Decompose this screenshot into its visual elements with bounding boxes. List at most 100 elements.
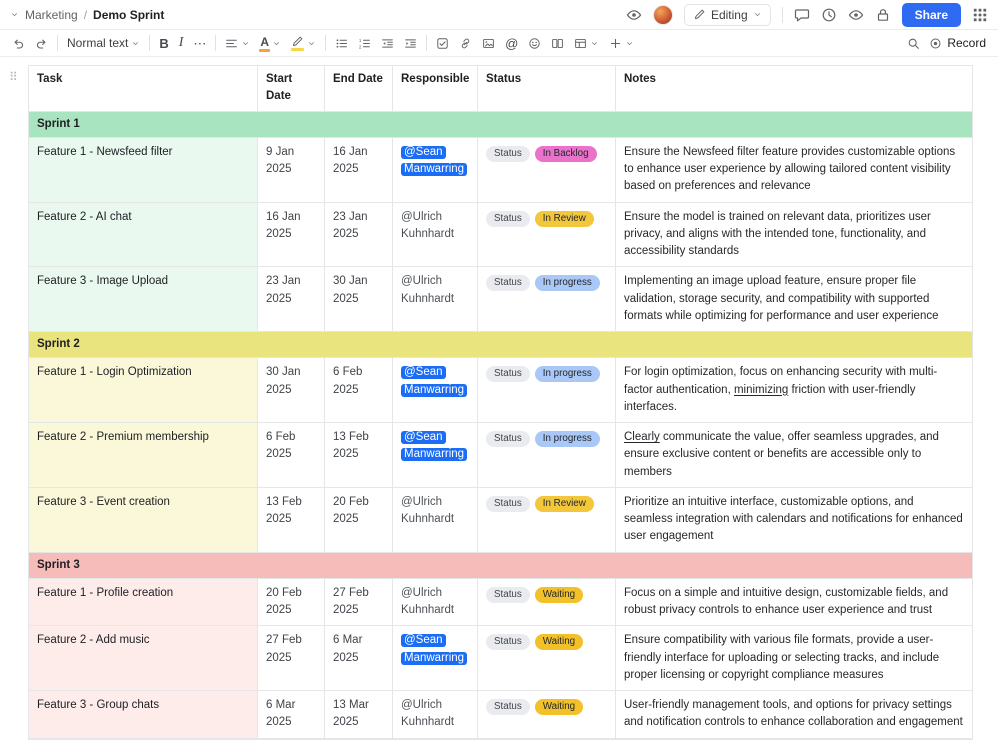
emoji-button[interactable] — [528, 37, 541, 50]
end-date-cell[interactable]: 27 Feb 2025 — [325, 578, 393, 627]
bullet-list-button[interactable] — [335, 37, 348, 50]
end-date-cell[interactable]: 13 Feb 2025 — [325, 423, 393, 488]
avatar[interactable] — [652, 4, 673, 25]
status-cell[interactable]: Status In progress — [478, 423, 616, 488]
history-icon[interactable] — [821, 7, 837, 23]
editing-mode-dropdown[interactable]: Editing — [683, 3, 771, 26]
notes-cell[interactable]: Focus on a simple and intuitive design, … — [616, 578, 972, 627]
responsible-cell[interactable]: @Sean Manwarring — [393, 423, 478, 488]
columns-button[interactable] — [551, 37, 564, 50]
italic-button[interactable]: I — [179, 36, 184, 50]
link-button[interactable] — [459, 37, 472, 50]
column-header[interactable]: Status — [478, 66, 616, 112]
notes-cell[interactable]: For login optimization, focus on enhanci… — [616, 358, 972, 423]
insert-dropdown[interactable] — [609, 37, 634, 50]
status-value-pill[interactable]: Waiting — [534, 699, 584, 716]
table-dropdown[interactable] — [574, 37, 599, 50]
end-date-cell[interactable]: 20 Feb 2025 — [325, 487, 393, 553]
preview-eye-icon[interactable] — [626, 7, 642, 23]
responsible-cell[interactable]: @Ulrich Kuhnhardt — [393, 487, 478, 553]
status-cell[interactable]: Status In Backlog — [478, 137, 616, 203]
redo-button[interactable] — [35, 37, 48, 50]
checklist-button[interactable] — [436, 37, 449, 50]
end-date-cell[interactable]: 6 Mar 2025 — [325, 626, 393, 691]
status-cell[interactable]: Status Waiting — [478, 578, 616, 627]
status-value-pill[interactable]: In Review — [534, 495, 594, 512]
column-header[interactable]: Task — [29, 66, 258, 112]
mention-highlighted[interactable]: @Sean Manwarring — [401, 431, 468, 462]
status-cell[interactable]: Status In Review — [478, 487, 616, 553]
indent-button[interactable] — [404, 37, 417, 50]
status-value-pill[interactable]: In Review — [534, 210, 594, 227]
status-cell[interactable]: Status In progress — [478, 267, 616, 332]
section-title[interactable]: Sprint 3 — [29, 552, 972, 579]
paragraph-style-dropdown[interactable]: Normal text — [67, 36, 140, 50]
start-date-cell[interactable]: 27 Feb 2025 — [258, 626, 325, 691]
notes-cell[interactable]: Ensure the model is trained on relevant … — [616, 202, 972, 268]
mention-plain[interactable]: @Ulrich Kuhnhardt — [401, 496, 454, 525]
section-title[interactable]: Sprint 2 — [29, 332, 972, 359]
notes-cell[interactable]: Implementing an image upload feature, en… — [616, 267, 972, 332]
mention-button[interactable]: @ — [505, 37, 518, 50]
record-button[interactable]: Record — [929, 36, 986, 50]
notes-cell[interactable]: Prioritize an intuitive interface, custo… — [616, 487, 972, 553]
end-date-cell[interactable]: 13 Mar 2025 — [325, 691, 393, 739]
start-date-cell[interactable]: 20 Feb 2025 — [258, 578, 325, 627]
task-cell[interactable]: Feature 1 - Profile creation — [29, 578, 258, 627]
start-date-cell[interactable]: 6 Mar 2025 — [258, 691, 325, 739]
responsible-cell[interactable]: @Sean Manwarring — [393, 626, 478, 691]
task-cell[interactable]: Feature 3 - Event creation — [29, 487, 258, 553]
status-value-pill[interactable]: In progress — [534, 431, 600, 448]
drag-handle-icon[interactable]: ⠿ — [9, 70, 18, 84]
column-header[interactable]: End Date — [325, 66, 393, 112]
apps-grid-icon[interactable] — [972, 7, 988, 23]
column-header[interactable]: Notes — [616, 66, 972, 112]
column-header[interactable]: Start Date — [258, 66, 325, 112]
start-date-cell[interactable]: 23 Jan 2025 — [258, 267, 325, 332]
responsible-cell[interactable]: @Ulrich Kuhnhardt — [393, 202, 478, 268]
image-button[interactable] — [482, 37, 495, 50]
start-date-cell[interactable]: 13 Feb 2025 — [258, 487, 325, 553]
task-cell[interactable]: Feature 1 - Login Optimization — [29, 358, 258, 423]
text-color-dropdown[interactable]: A — [259, 35, 281, 52]
highlight-color-dropdown[interactable] — [291, 35, 316, 51]
responsible-cell[interactable]: @Ulrich Kuhnhardt — [393, 578, 478, 627]
lock-icon[interactable] — [875, 7, 891, 23]
status-cell[interactable]: Status Waiting — [478, 691, 616, 739]
numbered-list-button[interactable] — [358, 37, 371, 50]
mention-highlighted[interactable]: @Sean Manwarring — [401, 634, 468, 665]
status-cell[interactable]: Status In progress — [478, 358, 616, 423]
status-value-pill[interactable]: In Backlog — [534, 145, 597, 162]
section-title[interactable]: Sprint 1 — [29, 111, 972, 138]
mention-highlighted[interactable]: @Sean Manwarring — [401, 145, 468, 176]
status-cell[interactable]: Status Waiting — [478, 626, 616, 691]
share-button[interactable]: Share — [901, 2, 961, 27]
task-cell[interactable]: Feature 3 - Image Upload — [29, 267, 258, 332]
task-cell[interactable]: Feature 2 - Premium membership — [29, 423, 258, 488]
task-cell[interactable]: Feature 1 - Newsfeed filter — [29, 137, 258, 203]
responsible-cell[interactable]: @Ulrich Kuhnhardt — [393, 691, 478, 739]
mention-plain[interactable]: @Ulrich Kuhnhardt — [401, 699, 454, 728]
mention-highlighted[interactable]: @Sean Manwarring — [401, 366, 468, 397]
end-date-cell[interactable]: 30 Jan 2025 — [325, 267, 393, 332]
start-date-cell[interactable]: 6 Feb 2025 — [258, 423, 325, 488]
start-date-cell[interactable]: 16 Jan 2025 — [258, 202, 325, 268]
task-cell[interactable]: Feature 2 - Add music — [29, 626, 258, 691]
collapse-chevron-icon[interactable] — [10, 10, 19, 19]
status-value-pill[interactable]: In progress — [534, 275, 600, 292]
status-cell[interactable]: Status In Review — [478, 202, 616, 268]
comments-icon[interactable] — [794, 7, 810, 23]
outdent-button[interactable] — [381, 37, 394, 50]
mention-plain[interactable]: @Ulrich Kuhnhardt — [401, 275, 454, 304]
view-icon[interactable] — [848, 7, 864, 23]
mention-plain[interactable]: @Ulrich Kuhnhardt — [401, 587, 454, 616]
end-date-cell[interactable]: 23 Jan 2025 — [325, 202, 393, 268]
more-formatting-button[interactable]: ⋯ — [193, 37, 206, 50]
end-date-cell[interactable]: 6 Feb 2025 — [325, 358, 393, 423]
responsible-cell[interactable]: @Ulrich Kuhnhardt — [393, 267, 478, 332]
start-date-cell[interactable]: 9 Jan 2025 — [258, 137, 325, 203]
status-value-pill[interactable]: In progress — [534, 366, 600, 383]
status-value-pill[interactable]: Waiting — [534, 586, 584, 603]
bold-button[interactable]: B — [159, 37, 168, 50]
align-dropdown[interactable] — [225, 37, 250, 50]
